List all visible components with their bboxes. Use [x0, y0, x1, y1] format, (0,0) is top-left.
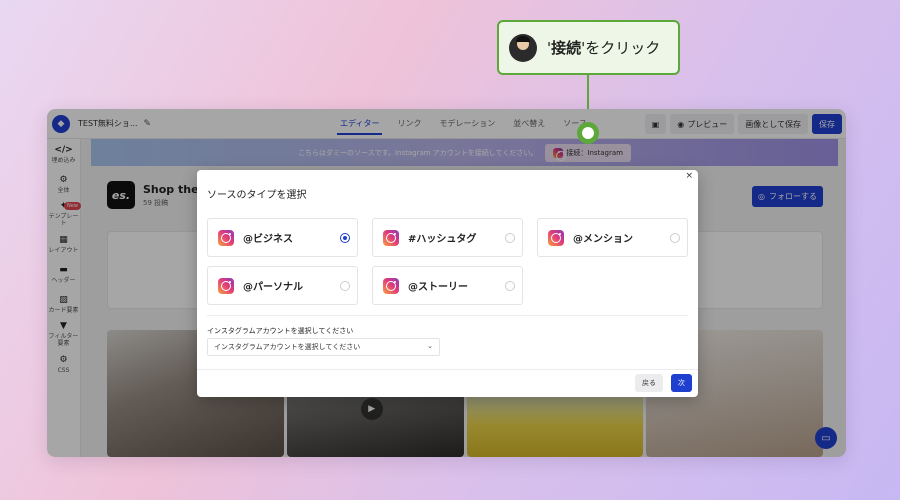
avatar — [509, 33, 537, 62]
account-select[interactable]: インスタグラムアカウントを選択してください ⌄ — [207, 338, 440, 356]
back-button[interactable]: 戻る — [635, 374, 663, 392]
account-select-label: インスタグラムアカウントを選択してください — [207, 327, 354, 335]
option-label: #ハッシュタグ — [408, 234, 477, 245]
radio[interactable] — [340, 280, 350, 291]
radio-selected[interactable] — [340, 232, 350, 243]
next-button[interactable]: 次 — [671, 374, 692, 392]
option-hashtag[interactable]: #ハッシュタグ — [372, 218, 523, 257]
callout-suffix: 'をクリック — [581, 39, 661, 57]
instagram-icon — [218, 229, 234, 246]
option-label: @ビジネス — [243, 234, 293, 245]
option-personal[interactable]: @パーソナル — [207, 266, 358, 305]
option-story[interactable]: @ストーリー — [372, 266, 523, 305]
instagram-icon — [383, 277, 399, 294]
instagram-icon — [548, 229, 564, 246]
radio[interactable] — [505, 232, 515, 243]
chevron-down-icon: ⌄ — [427, 342, 433, 350]
option-mention[interactable]: @メンション — [537, 218, 688, 257]
divider — [197, 369, 698, 370]
option-label: @ストーリー — [408, 282, 468, 293]
callout-text: '接続'をクリック — [547, 37, 660, 58]
option-business[interactable]: @ビジネス — [207, 218, 358, 257]
source-type-modal: × ソースのタイプを選択 @ビジネス #ハッシュタグ @メンション @パーソナル… — [197, 170, 698, 397]
close-icon[interactable]: × — [685, 171, 693, 181]
callout-bold: 接続 — [551, 39, 582, 57]
instagram-icon — [383, 229, 399, 246]
click-target-marker — [577, 122, 599, 144]
instagram-icon — [218, 277, 234, 294]
divider — [207, 315, 688, 316]
radio[interactable] — [505, 280, 515, 291]
instruction-callout: '接続'をクリック — [497, 20, 680, 75]
account-select-value: インスタグラムアカウントを選択してください — [214, 343, 361, 351]
radio[interactable] — [670, 232, 680, 243]
option-label: @メンション — [573, 234, 633, 245]
option-label: @パーソナル — [243, 282, 303, 293]
modal-title: ソースのタイプを選択 — [207, 190, 307, 201]
